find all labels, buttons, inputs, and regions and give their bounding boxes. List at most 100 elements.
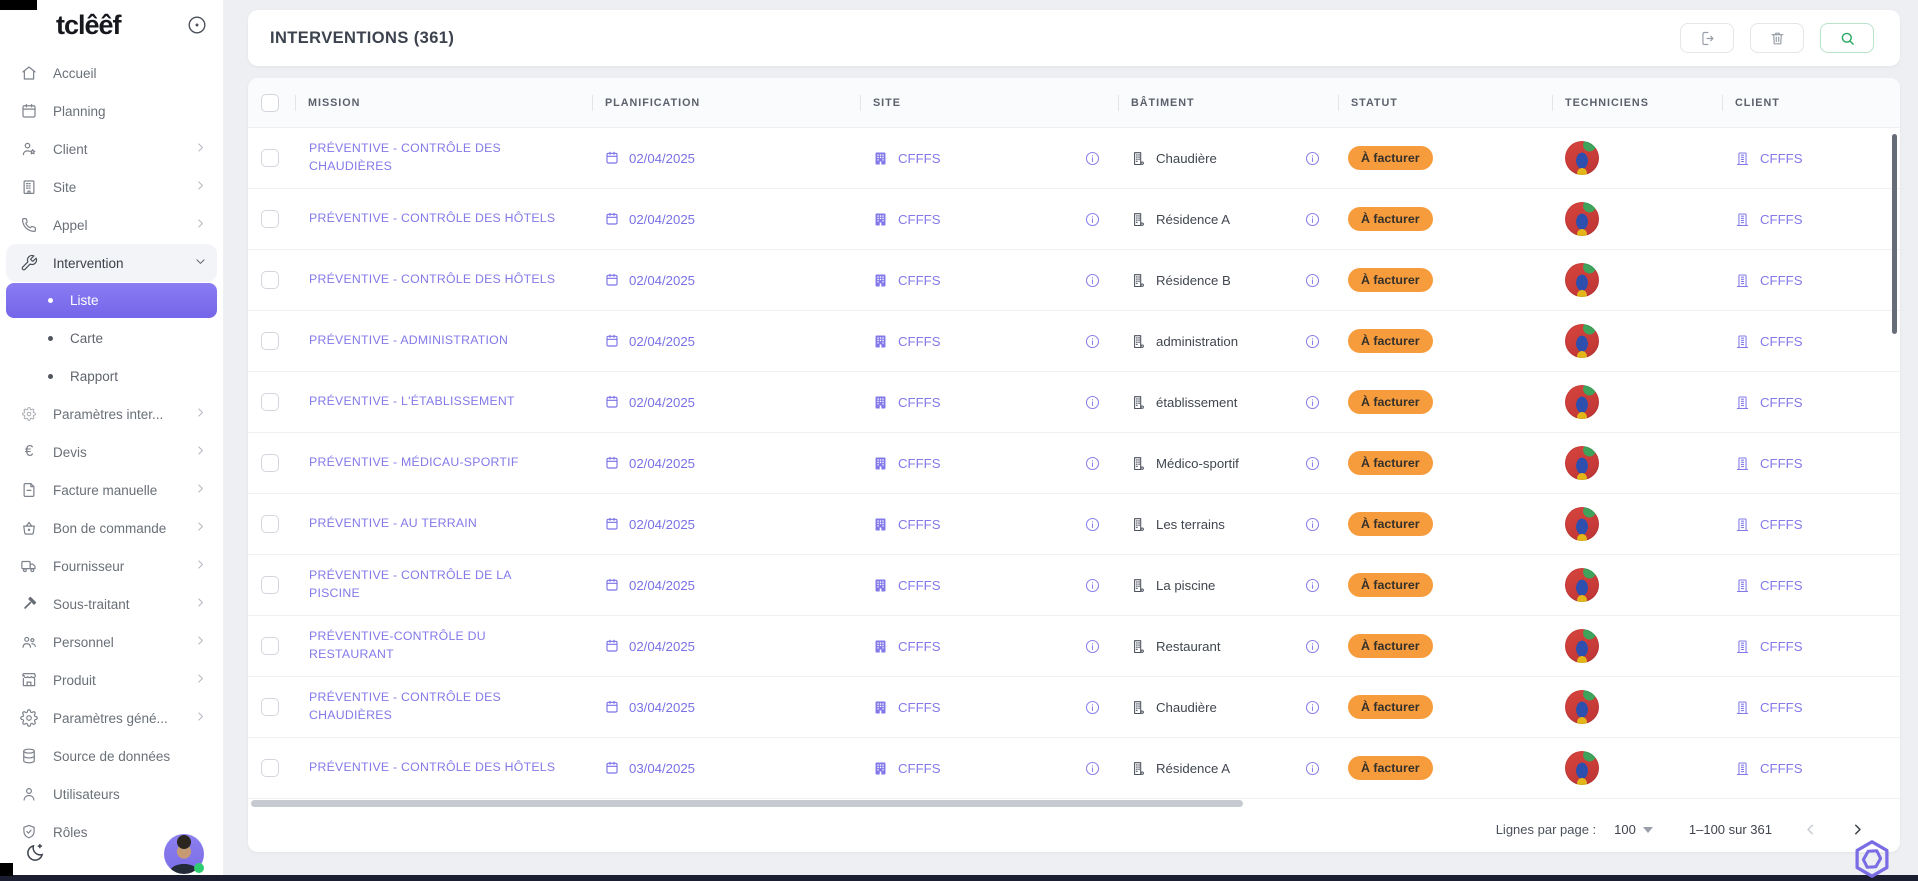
sidebar-item-source-de-donnees[interactable]: Source de données <box>6 737 217 775</box>
info-icon[interactable] <box>1304 394 1321 411</box>
previous-page-button[interactable] <box>1802 821 1819 838</box>
rows-per-page-select[interactable]: 100 <box>1614 822 1653 837</box>
info-icon[interactable] <box>1304 638 1321 655</box>
sidebar-item-devis[interactable]: € Devis <box>6 433 217 471</box>
info-icon[interactable] <box>1304 272 1321 289</box>
info-icon[interactable] <box>1304 699 1321 716</box>
client-link[interactable]: CFFFS <box>1760 212 1803 227</box>
client-link[interactable]: CFFFS <box>1760 517 1803 532</box>
info-icon[interactable] <box>1084 577 1101 594</box>
column-header-statut[interactable]: STATUT <box>1338 78 1552 127</box>
info-icon[interactable] <box>1084 272 1101 289</box>
sidebar-item-utilisateurs[interactable]: Utilisateurs <box>6 775 217 813</box>
client-link[interactable]: CFFFS <box>1760 578 1803 593</box>
horizontal-scrollbar[interactable] <box>251 800 1243 807</box>
column-header-mission[interactable]: MISSION <box>295 78 592 127</box>
column-header-batiment[interactable]: BÂTIMENT <box>1118 78 1338 127</box>
site-link[interactable]: CFFFS <box>898 273 941 288</box>
sidebar-subitem-rapport[interactable]: Rapport <box>6 357 217 395</box>
delete-button[interactable] <box>1750 23 1804 53</box>
row-checkbox[interactable] <box>261 393 279 411</box>
info-icon[interactable] <box>1084 760 1101 777</box>
info-icon[interactable] <box>1304 333 1321 350</box>
sidebar-item-client[interactable]: Client <box>6 130 217 168</box>
technician-avatar[interactable] <box>1565 385 1599 419</box>
sidebar-collapse-button[interactable] <box>183 11 210 38</box>
vertical-scrollbar[interactable] <box>1892 134 1897 334</box>
sidebar-item-produit[interactable]: Produit <box>6 661 217 699</box>
info-icon[interactable] <box>1304 760 1321 777</box>
select-all-checkbox[interactable] <box>261 93 279 112</box>
info-icon[interactable] <box>1084 211 1101 228</box>
mission-link[interactable]: PRÉVENTIVE - CONTRÔLE DES HÔTELS <box>309 759 555 777</box>
row-checkbox[interactable] <box>261 332 279 350</box>
user-avatar[interactable] <box>164 834 204 874</box>
client-link[interactable]: CFFFS <box>1760 700 1803 715</box>
sidebar-item-sous-traitant[interactable]: Sous-traitant <box>6 585 217 623</box>
site-link[interactable]: CFFFS <box>898 761 941 776</box>
column-header-planification[interactable]: PLANIFICATION <box>592 78 860 127</box>
technician-avatar[interactable] <box>1565 568 1599 602</box>
search-button[interactable] <box>1820 23 1874 53</box>
client-link[interactable]: CFFFS <box>1760 334 1803 349</box>
info-icon[interactable] <box>1084 333 1101 350</box>
sidebar-subitem-liste[interactable]: Liste <box>6 283 217 318</box>
technician-avatar[interactable] <box>1565 202 1599 236</box>
row-checkbox[interactable] <box>261 515 279 533</box>
row-checkbox[interactable] <box>261 149 279 167</box>
site-link[interactable]: CFFFS <box>898 578 941 593</box>
client-link[interactable]: CFFFS <box>1760 395 1803 410</box>
site-link[interactable]: CFFFS <box>898 395 941 410</box>
row-checkbox[interactable] <box>261 271 279 289</box>
mission-link[interactable]: PRÉVENTIVE - CONTRÔLE DES HÔTELS <box>309 271 555 289</box>
mission-link[interactable]: PRÉVENTIVE - CONTRÔLE DE LA PISCINE <box>309 567 561 603</box>
info-icon[interactable] <box>1084 638 1101 655</box>
info-icon[interactable] <box>1304 211 1321 228</box>
mission-link[interactable]: PRÉVENTIVE-CONTRÔLE DU RESTAURANT <box>309 628 561 664</box>
sidebar-item-personnel[interactable]: Personnel <box>6 623 217 661</box>
row-checkbox[interactable] <box>261 454 279 472</box>
client-link[interactable]: CFFFS <box>1760 273 1803 288</box>
sidebar-item-site[interactable]: Site <box>6 168 217 206</box>
technician-avatar[interactable] <box>1565 629 1599 663</box>
sidebar-item-parametres-inter[interactable]: Paramètres inter... <box>6 395 217 433</box>
sidebar-item-fournisseur[interactable]: Fournisseur <box>6 547 217 585</box>
column-header-techniciens[interactable]: TECHNICIENS <box>1552 78 1722 127</box>
sidebar-item-intervention[interactable]: Intervention <box>6 244 217 282</box>
info-icon[interactable] <box>1304 577 1321 594</box>
mission-link[interactable]: PRÉVENTIVE - ADMINISTRATION <box>309 332 508 350</box>
mission-link[interactable]: PRÉVENTIVE - L'ÉTABLISSEMENT <box>309 393 515 411</box>
sidebar-item-facture-manuelle[interactable]: Facture manuelle <box>6 471 217 509</box>
row-checkbox[interactable] <box>261 637 279 655</box>
site-link[interactable]: CFFFS <box>898 700 941 715</box>
row-checkbox[interactable] <box>261 759 279 777</box>
technician-avatar[interactable] <box>1565 751 1599 785</box>
next-page-button[interactable] <box>1849 821 1866 838</box>
mission-link[interactable]: PRÉVENTIVE - CONTRÔLE DES CHAUDIÈRES <box>309 689 561 725</box>
technician-avatar[interactable] <box>1565 324 1599 358</box>
site-link[interactable]: CFFFS <box>898 517 941 532</box>
sidebar-subitem-carte[interactable]: Carte <box>6 319 217 357</box>
site-link[interactable]: CFFFS <box>898 639 941 654</box>
info-icon[interactable] <box>1084 394 1101 411</box>
site-link[interactable]: CFFFS <box>898 334 941 349</box>
sidebar-item-planning[interactable]: Planning <box>6 92 217 130</box>
client-link[interactable]: CFFFS <box>1760 151 1803 166</box>
info-icon[interactable] <box>1084 516 1101 533</box>
technician-avatar[interactable] <box>1565 263 1599 297</box>
info-icon[interactable] <box>1304 150 1321 167</box>
site-link[interactable]: CFFFS <box>898 151 941 166</box>
sidebar-item-accueil[interactable]: Accueil <box>6 54 217 92</box>
technician-avatar[interactable] <box>1565 141 1599 175</box>
technician-avatar[interactable] <box>1565 690 1599 724</box>
site-link[interactable]: CFFFS <box>898 456 941 471</box>
site-link[interactable]: CFFFS <box>898 212 941 227</box>
sidebar-item-parametres-gene[interactable]: Paramètres géné... <box>6 699 217 737</box>
client-link[interactable]: CFFFS <box>1760 761 1803 776</box>
mission-link[interactable]: PRÉVENTIVE - AU TERRAIN <box>309 515 477 533</box>
mission-link[interactable]: PRÉVENTIVE - CONTRÔLE DES HÔTELS <box>309 210 555 228</box>
column-header-client[interactable]: CLIENT <box>1722 78 1900 127</box>
client-link[interactable]: CFFFS <box>1760 639 1803 654</box>
sidebar-item-appel[interactable]: Appel <box>6 206 217 244</box>
sidebar-item-bon-de-commande[interactable]: Bon de commande <box>6 509 217 547</box>
